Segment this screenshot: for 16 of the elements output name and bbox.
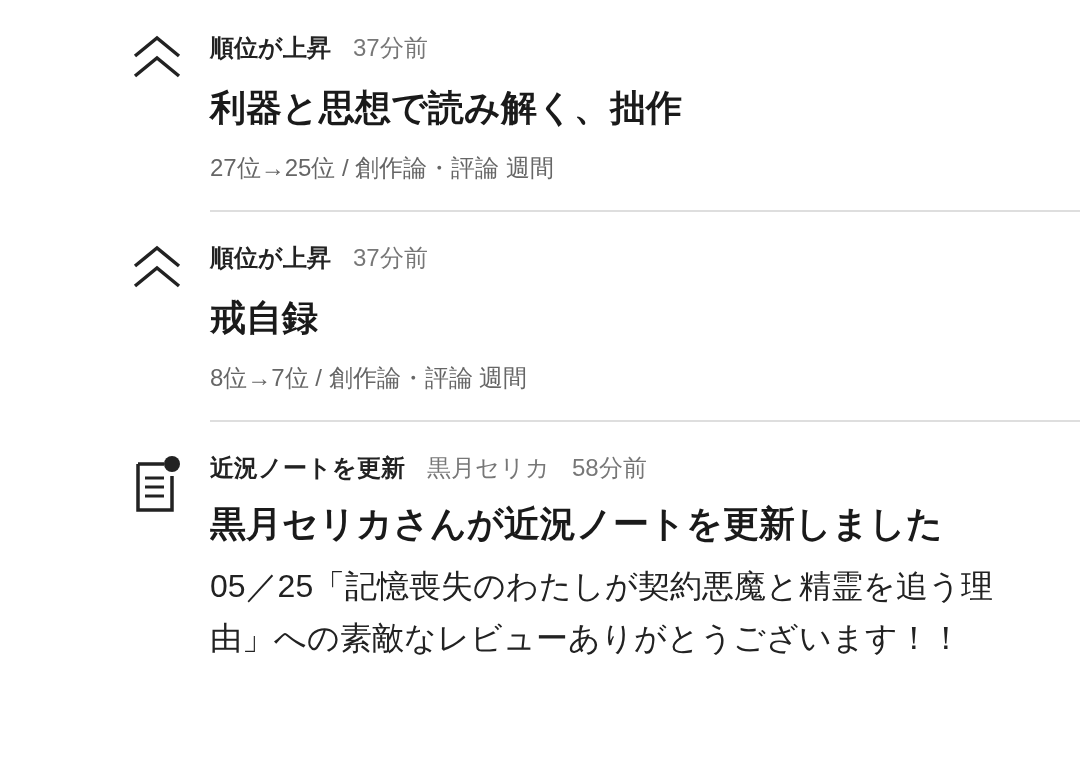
item-title[interactable]: 戒自録	[210, 288, 1080, 348]
timestamp: 37分前	[353, 33, 428, 63]
double-chevron-up-icon	[132, 244, 182, 290]
item-title[interactable]: 黒月セリカさんが近況ノートを更新しました	[210, 494, 1080, 554]
rank-detail: 27位→25位 / 創作論・評論 週間	[210, 153, 556, 183]
document-icon	[134, 454, 182, 514]
double-chevron-up-icon	[132, 34, 182, 80]
activity-label: 順位が上昇	[210, 243, 331, 273]
activity-label: 順位が上昇	[210, 33, 331, 63]
timestamp: 58分前	[572, 453, 647, 483]
author-name: 黒月セリカ	[427, 453, 550, 483]
item-title[interactable]: 利器と思想で読み解く、拙作	[210, 78, 1080, 138]
rank-detail: 8位→7位 / 創作論・評論 週間	[210, 363, 529, 393]
activity-label: 近況ノートを更新	[210, 453, 405, 483]
note-excerpt: 05／25「記憶喪失のわたしが契約悪魔と精霊を追う理由」への素敵なレビューありがとうございます！！	[210, 567, 995, 658]
timestamp: 37分前	[353, 243, 428, 273]
